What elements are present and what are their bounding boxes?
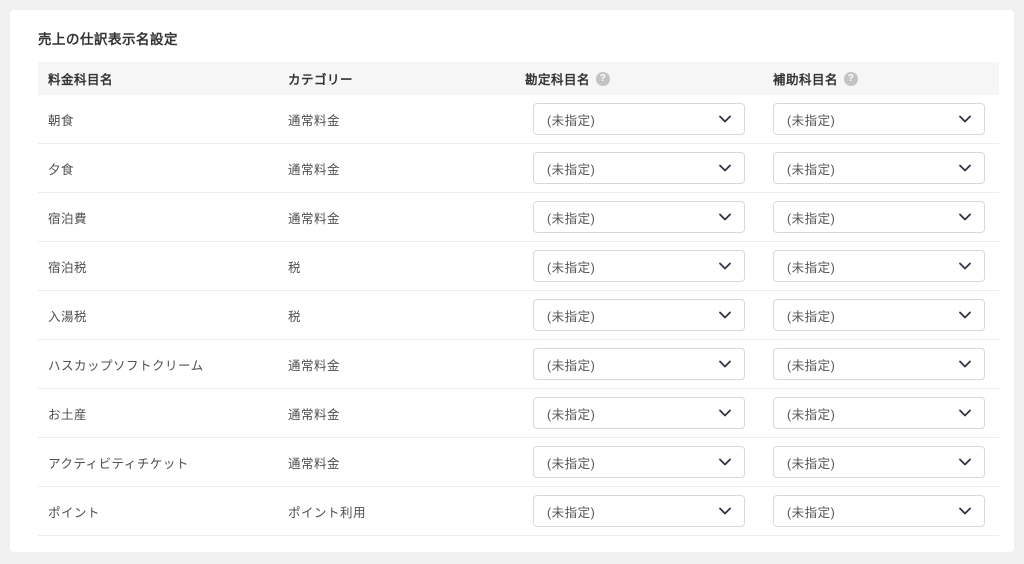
account-select-value: (未指定) xyxy=(547,110,595,129)
category-value: ポイント利用 xyxy=(276,502,514,521)
account-select[interactable]: (未指定) xyxy=(533,299,745,331)
fee-item-name: ハスカップソフトクリーム xyxy=(38,355,276,374)
chevron-down-icon xyxy=(959,458,971,466)
sub-account-select-value: (未指定) xyxy=(787,110,835,129)
chevron-down-icon xyxy=(719,360,731,368)
account-help-icon[interactable]: ? xyxy=(596,72,610,86)
table-row: 朝食 通常料金 (未指定) (未指定) xyxy=(38,95,999,144)
fee-item-name: アクティビティチケット xyxy=(38,453,276,472)
table-row: 宿泊税 税 (未指定) (未指定) xyxy=(38,242,999,291)
col-header-sub-account-label: 補助科目名 xyxy=(773,69,838,88)
sub-account-select[interactable]: (未指定) xyxy=(773,495,985,527)
sub-account-select-value: (未指定) xyxy=(787,306,835,325)
chevron-down-icon xyxy=(719,115,731,123)
chevron-down-icon xyxy=(959,507,971,515)
fee-item-name: 宿泊費 xyxy=(38,208,276,227)
fee-item-name: 朝食 xyxy=(38,110,276,129)
category-value: 通常料金 xyxy=(276,355,514,374)
account-select[interactable]: (未指定) xyxy=(533,152,745,184)
sub-account-select-value: (未指定) xyxy=(787,502,835,521)
account-select[interactable]: (未指定) xyxy=(533,495,745,527)
fee-item-name: ポイント xyxy=(38,502,276,521)
sub-account-select[interactable]: (未指定) xyxy=(773,152,985,184)
col-header-fee-item: 料金科目名 xyxy=(38,69,276,88)
category-value: 通常料金 xyxy=(276,453,514,472)
category-value: 通常料金 xyxy=(276,110,514,129)
fee-item-name: 入湯税 xyxy=(38,306,276,325)
table-row: ハスカップソフトクリーム 通常料金 (未指定) (未指定) xyxy=(38,340,999,389)
col-header-account: 勘定科目名 ? xyxy=(514,69,754,88)
account-select-value: (未指定) xyxy=(547,502,595,521)
col-header-account-label: 勘定科目名 xyxy=(525,69,590,88)
chevron-down-icon xyxy=(719,164,731,172)
sub-account-select-value: (未指定) xyxy=(787,208,835,227)
account-select-value: (未指定) xyxy=(547,208,595,227)
sub-account-select[interactable]: (未指定) xyxy=(773,446,985,478)
chevron-down-icon xyxy=(719,409,731,417)
sub-account-select-value: (未指定) xyxy=(787,355,835,374)
sub-account-help-icon[interactable]: ? xyxy=(844,72,858,86)
chevron-down-icon xyxy=(959,311,971,319)
table-row: お土産 通常料金 (未指定) (未指定) xyxy=(38,389,999,438)
category-value: 通常料金 xyxy=(276,208,514,227)
category-value: 通常料金 xyxy=(276,159,514,178)
table-row: ポイント ポイント利用 (未指定) (未指定) xyxy=(38,487,999,536)
chevron-down-icon xyxy=(959,164,971,172)
sub-account-select-value: (未指定) xyxy=(787,404,835,423)
chevron-down-icon xyxy=(719,458,731,466)
fee-item-name: お土産 xyxy=(38,404,276,423)
sub-account-select-value: (未指定) xyxy=(787,159,835,178)
fee-item-name: 夕食 xyxy=(38,159,276,178)
account-select-value: (未指定) xyxy=(547,306,595,325)
chevron-down-icon xyxy=(959,213,971,221)
journal-display-name-table: 料金科目名 カテゴリー 勘定科目名 ? 補助科目名 ? 朝食 通常料金 (未指定… xyxy=(38,62,999,536)
sub-account-select[interactable]: (未指定) xyxy=(773,397,985,429)
sub-account-select[interactable]: (未指定) xyxy=(773,348,985,380)
table-row: アクティビティチケット 通常料金 (未指定) (未指定) xyxy=(38,438,999,487)
category-value: 税 xyxy=(276,257,514,276)
chevron-down-icon xyxy=(719,213,731,221)
table-row: 入湯税 税 (未指定) (未指定) xyxy=(38,291,999,340)
chevron-down-icon xyxy=(719,311,731,319)
sub-account-select-value: (未指定) xyxy=(787,453,835,472)
chevron-down-icon xyxy=(959,115,971,123)
sub-account-select[interactable]: (未指定) xyxy=(773,201,985,233)
account-select[interactable]: (未指定) xyxy=(533,446,745,478)
chevron-down-icon xyxy=(959,409,971,417)
account-select-value: (未指定) xyxy=(547,453,595,472)
account-select-value: (未指定) xyxy=(547,404,595,423)
table-row: 宿泊費 通常料金 (未指定) (未指定) xyxy=(38,193,999,242)
account-select[interactable]: (未指定) xyxy=(533,103,745,135)
table-header: 料金科目名 カテゴリー 勘定科目名 ? 補助科目名 ? xyxy=(38,62,999,95)
fee-item-name: 宿泊税 xyxy=(38,257,276,276)
account-select-value: (未指定) xyxy=(547,355,595,374)
col-header-sub-account: 補助科目名 ? xyxy=(754,69,999,88)
category-value: 通常料金 xyxy=(276,404,514,423)
account-select[interactable]: (未指定) xyxy=(533,201,745,233)
account-select-value: (未指定) xyxy=(547,159,595,178)
account-select[interactable]: (未指定) xyxy=(533,348,745,380)
table-body: 朝食 通常料金 (未指定) (未指定) 夕食 通常料金 (未指定) (未指定 xyxy=(38,95,999,536)
col-header-category: カテゴリー xyxy=(276,69,514,88)
sub-account-select[interactable]: (未指定) xyxy=(773,299,985,331)
chevron-down-icon xyxy=(719,507,731,515)
chevron-down-icon xyxy=(719,262,731,270)
table-row: 夕食 通常料金 (未指定) (未指定) xyxy=(38,144,999,193)
account-select-value: (未指定) xyxy=(547,257,595,276)
chevron-down-icon xyxy=(959,360,971,368)
sub-account-select-value: (未指定) xyxy=(787,257,835,276)
account-select[interactable]: (未指定) xyxy=(533,397,745,429)
account-select[interactable]: (未指定) xyxy=(533,250,745,282)
sub-account-select[interactable]: (未指定) xyxy=(773,103,985,135)
chevron-down-icon xyxy=(959,262,971,270)
page-title: 売上の仕訳表示名設定 xyxy=(38,28,178,48)
sub-account-select[interactable]: (未指定) xyxy=(773,250,985,282)
category-value: 税 xyxy=(276,306,514,325)
sales-journal-settings-card: 売上の仕訳表示名設定 料金科目名 カテゴリー 勘定科目名 ? 補助科目名 ? 朝… xyxy=(10,10,1014,552)
